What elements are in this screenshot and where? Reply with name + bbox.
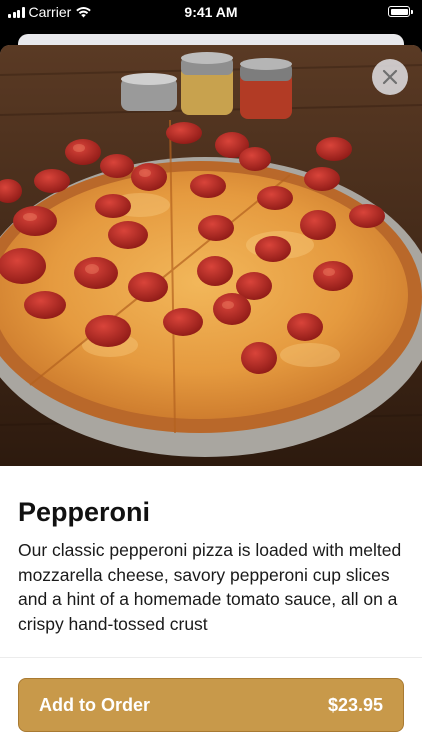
- shaker-right-icon: [240, 58, 292, 119]
- battery-icon: [388, 6, 413, 17]
- screen: Carrier 9:41 AM Pepperoni Our classic pe…: [0, 0, 422, 750]
- pizza-photo: [0, 45, 422, 466]
- pizza-illustration: [0, 45, 422, 466]
- close-icon: [382, 69, 398, 85]
- add-to-order-label: Add to Order: [39, 694, 150, 715]
- add-to-order-button[interactable]: Add to Order $23.95: [18, 678, 404, 732]
- price-label: $23.95: [327, 694, 383, 715]
- shaker-left-icon: [121, 73, 177, 111]
- status-time: 9:41 AM: [184, 4, 238, 20]
- item-title: Pepperoni: [18, 497, 151, 527]
- item-description: Our classic pepperoni pizza is loaded wi…: [18, 540, 402, 634]
- shaker-middle-icon: [181, 52, 233, 115]
- status-bar: Carrier 9:41 AM: [0, 0, 422, 26]
- divider: [0, 657, 422, 658]
- item-details: Pepperoni Our classic pepperoni pizza is…: [0, 466, 422, 636]
- item-detail-modal: Pepperoni Our classic pepperoni pizza is…: [0, 45, 422, 750]
- close-button[interactable]: [372, 59, 408, 95]
